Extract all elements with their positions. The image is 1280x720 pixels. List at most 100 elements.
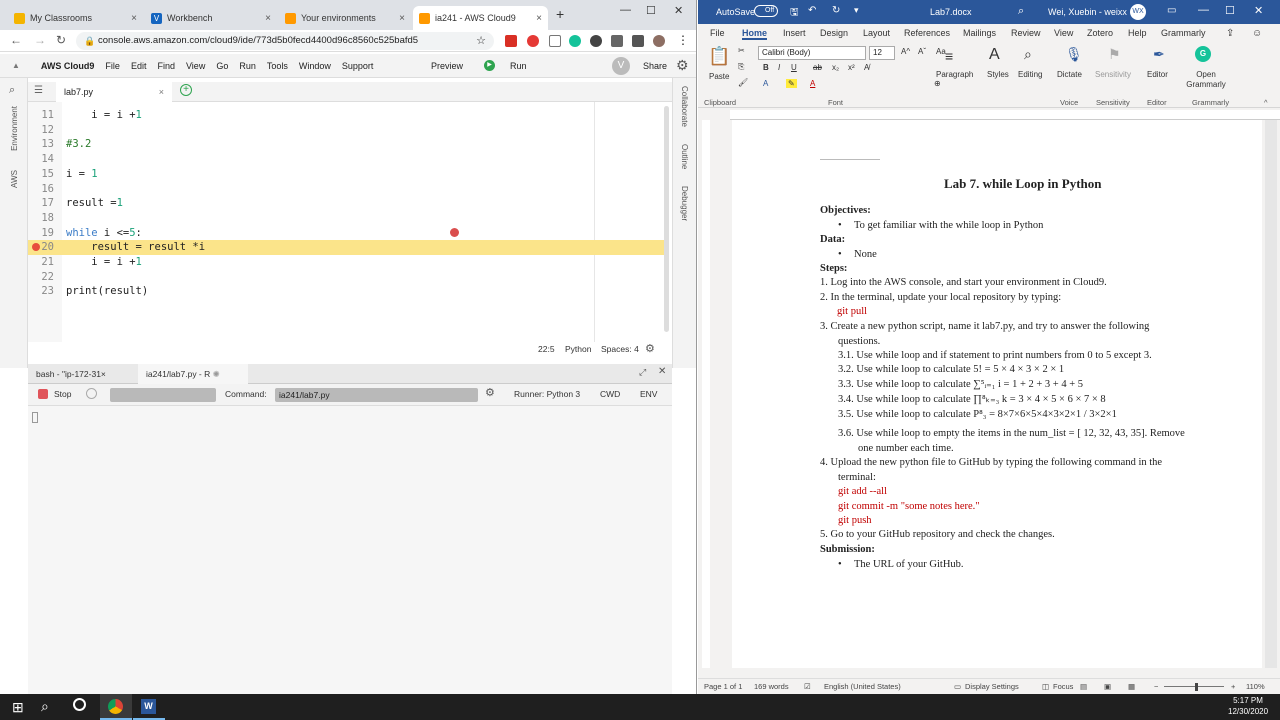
- strikethrough-icon[interactable]: ab: [813, 63, 822, 72]
- zoom-slider[interactable]: [1164, 686, 1224, 687]
- print-layout-icon[interactable]: ▣: [1104, 682, 1111, 691]
- editing-button[interactable]: Editing: [1018, 70, 1042, 79]
- vertical-ruler[interactable]: [702, 120, 710, 668]
- menu-file[interactable]: File: [105, 61, 120, 71]
- zoom-slider-thumb[interactable]: [1195, 683, 1198, 691]
- menu-go[interactable]: Go: [216, 61, 228, 71]
- code-line[interactable]: 23 print(result): [28, 284, 668, 299]
- extension-icon[interactable]: [590, 35, 602, 47]
- microphone-icon[interactable]: 🎙: [1065, 46, 1083, 63]
- code-line[interactable]: 20 result = result *i: [28, 240, 668, 255]
- taskbar-chrome[interactable]: [100, 694, 132, 720]
- customize-icon[interactable]: ▾: [854, 5, 859, 16]
- terminal-tab-runner[interactable]: ia241/lab7.py - R ✺: [138, 364, 248, 384]
- terminal-output[interactable]: [28, 406, 672, 694]
- display-settings-button[interactable]: Display Settings: [965, 682, 1019, 691]
- open-grammarly-button[interactable]: Open Grammarly: [1181, 70, 1231, 90]
- minimize-icon[interactable]: —: [620, 4, 631, 16]
- menu-edit[interactable]: Edit: [131, 61, 147, 71]
- user-name[interactable]: Wei, Xuebin - weixx: [1048, 7, 1127, 17]
- share-icon[interactable]: ⇪: [1226, 28, 1234, 39]
- run-config-field[interactable]: [110, 388, 216, 402]
- paragraph-button[interactable]: Paragraph: [936, 70, 973, 79]
- comments-icon[interactable]: ☺: [1252, 28, 1262, 39]
- env-button[interactable]: ENV: [640, 389, 657, 399]
- tab-grammarly[interactable]: Grammarly: [1161, 28, 1206, 38]
- focus-icon[interactable]: ◫: [1042, 682, 1049, 691]
- web-layout-icon[interactable]: ▦: [1128, 682, 1135, 691]
- close-icon[interactable]: ×: [536, 13, 542, 24]
- document-scrollbar[interactable]: [1265, 120, 1277, 668]
- bookmark-star-icon[interactable]: ☆: [476, 32, 486, 50]
- minimize-icon[interactable]: —: [1198, 4, 1209, 16]
- new-tab-button[interactable]: +: [556, 6, 564, 22]
- page-count[interactable]: Page 1 of 1: [704, 682, 742, 691]
- cut-icon[interactable]: ✂: [738, 46, 745, 55]
- tab-home[interactable]: Home: [742, 28, 768, 40]
- collapse-ribbon-icon[interactable]: ^: [1264, 98, 1268, 107]
- debug-toggle-icon[interactable]: [86, 388, 97, 399]
- maximize-icon[interactable]: ☐: [1225, 4, 1235, 17]
- autosave-toggle[interactable]: Off: [754, 5, 778, 17]
- styles-button[interactable]: Styles: [987, 70, 1009, 79]
- browser-tab-workbench[interactable]: V Workbench ×: [145, 6, 277, 30]
- zoom-out-icon[interactable]: −: [1154, 682, 1158, 691]
- code-line[interactable]: 18: [28, 211, 668, 226]
- close-panel-icon[interactable]: ✕: [658, 366, 666, 377]
- extension-icon[interactable]: [549, 35, 561, 47]
- sensitivity-button[interactable]: Sensitivity: [1095, 70, 1131, 79]
- grammarly-icon[interactable]: [569, 35, 581, 47]
- reload-icon[interactable]: ↻: [56, 33, 66, 47]
- close-icon[interactable]: ×: [159, 82, 164, 102]
- close-icon[interactable]: ×: [131, 13, 137, 24]
- tab-mailings[interactable]: Mailings: [963, 28, 996, 38]
- phonetic-icon[interactable]: ⊕: [934, 79, 941, 88]
- user-avatar[interactable]: WX: [1130, 4, 1146, 20]
- runner-select[interactable]: Runner: Python 3: [514, 389, 580, 399]
- code-line[interactable]: 22: [28, 270, 668, 285]
- font-color-icon[interactable]: A: [810, 79, 815, 88]
- font-select[interactable]: Calibri (Body): [758, 46, 866, 60]
- clear-formatting-icon[interactable]: A̸: [864, 63, 869, 72]
- copy-icon[interactable]: ⎘: [738, 62, 744, 72]
- highlight-icon[interactable]: ✎: [786, 79, 797, 88]
- focus-button[interactable]: Focus: [1053, 682, 1073, 691]
- editor-button[interactable]: Editor: [1147, 70, 1168, 79]
- task-view-icon[interactable]: [73, 698, 86, 711]
- paragraph-icon[interactable]: ≡: [945, 48, 953, 64]
- code-line[interactable]: 14: [28, 152, 668, 167]
- close-window-icon[interactable]: ✕: [1254, 4, 1263, 17]
- code-line[interactable]: 13 #3.2: [28, 137, 668, 152]
- menu-tools[interactable]: Tools: [267, 61, 288, 71]
- stop-button[interactable]: Stop: [54, 389, 72, 399]
- more-icon[interactable]: ⋮: [677, 33, 689, 47]
- debugger-panel-tab[interactable]: Debugger: [680, 186, 689, 221]
- tab-layout[interactable]: Layout: [863, 28, 890, 38]
- code-line[interactable]: 11 i = i +1: [28, 108, 668, 123]
- cwd-button[interactable]: CWD: [600, 389, 620, 399]
- bold-icon[interactable]: B: [763, 63, 769, 72]
- code-line[interactable]: 12: [28, 123, 668, 138]
- code-line[interactable]: 15 i = 1: [28, 167, 668, 182]
- code-line[interactable]: 21 i = i +1: [28, 255, 668, 270]
- language-mode[interactable]: Python: [565, 344, 591, 354]
- search-icon[interactable]: ⌕: [1018, 5, 1024, 18]
- puzzle-icon[interactable]: [632, 35, 644, 47]
- clock-date[interactable]: 12/30/2020: [1228, 707, 1268, 716]
- browser-tab-my-classrooms[interactable]: My Classrooms ×: [8, 6, 143, 30]
- font-size-select[interactable]: 12: [869, 46, 895, 60]
- code-editor[interactable]: 11 i = i +1 12 13 #3.2 14 15 i = 1 16 17 result =…: [28, 102, 672, 342]
- profile-avatar[interactable]: [653, 35, 665, 47]
- tab-zotero[interactable]: Zotero: [1087, 28, 1113, 38]
- tab-design[interactable]: Design: [820, 28, 848, 38]
- maximize-panel-icon[interactable]: ⤢: [639, 367, 646, 378]
- text-effects-icon[interactable]: A: [763, 79, 768, 88]
- undo-icon[interactable]: ↶: [808, 5, 816, 16]
- grammarly-icon[interactable]: G: [1195, 46, 1211, 62]
- share-button[interactable]: Share: [643, 61, 667, 71]
- italic-icon[interactable]: I: [778, 63, 780, 72]
- tab-view[interactable]: View: [1054, 28, 1073, 38]
- redo-icon[interactable]: ↻: [832, 5, 840, 16]
- sensitivity-icon[interactable]: ⚑: [1108, 46, 1121, 63]
- dictate-button[interactable]: Dictate: [1057, 70, 1082, 79]
